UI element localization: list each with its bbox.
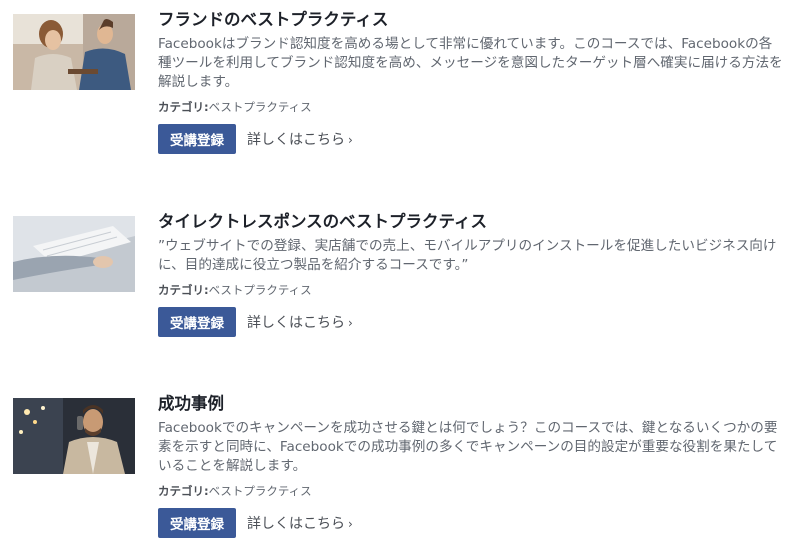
course-description: ”ウェブサイトでの登録、実店舗での売上、モバイルアプリのインストールを促進したい…	[158, 238, 777, 273]
course-actions: 受講登録 詳しくはこちら ›	[158, 124, 788, 154]
course-title: 成功事例	[158, 394, 224, 413]
course-title: フランドのベストプラクティス	[158, 10, 389, 29]
course-actions: 受講登録 詳しくはこちら ›	[158, 307, 788, 337]
chevron-right-icon: ›	[348, 133, 353, 147]
enroll-button[interactable]: 受講登録	[158, 307, 236, 337]
course-category: カテゴリ:ベストプラクティス	[158, 483, 788, 499]
category-label: カテゴリ:	[158, 484, 209, 498]
enroll-button[interactable]: 受講登録	[158, 124, 236, 154]
chevron-right-icon: ›	[348, 316, 353, 330]
enroll-button[interactable]: 受講登録	[158, 508, 236, 538]
course-category: カテゴリ:ベストプラクティス	[158, 282, 788, 298]
course-title: タイレクトレスポンスのベストプラクティス	[158, 212, 488, 231]
learn-more-label: 詳しくはこちら	[247, 516, 345, 532]
learn-more-label: 詳しくはこちら	[247, 132, 345, 148]
category-label: カテゴリ:	[158, 283, 209, 297]
course-thumbnail-image[interactable]	[13, 216, 135, 292]
learn-more-link[interactable]: 詳しくはこちら ›	[247, 129, 353, 149]
course-description: Facebookはブランド認知度を高める場として非常に優れています。このコースで…	[158, 36, 783, 90]
course-description: Facebookでのキャンペーンを成功させる鍵とは何でしょう？このコースでは、鍵…	[158, 420, 778, 474]
chevron-right-icon: ›	[348, 517, 353, 531]
category-label: カテゴリ:	[158, 100, 209, 114]
course-category: カテゴリ:ベストプラクティス	[158, 99, 788, 115]
category-value: ベストプラクティス	[208, 484, 312, 498]
category-value: ベストプラクティス	[208, 283, 312, 297]
course-thumbnail-image[interactable]	[13, 398, 135, 474]
learn-more-link[interactable]: 詳しくはこちら ›	[247, 513, 353, 533]
category-value: ベストプラクティス	[208, 100, 312, 114]
course-thumbnail-image[interactable]	[13, 14, 135, 90]
learn-more-label: 詳しくはこちら	[247, 315, 345, 331]
learn-more-link[interactable]: 詳しくはこちら ›	[247, 312, 353, 332]
course-actions: 受講登録 詳しくはこちら ›	[158, 508, 788, 538]
